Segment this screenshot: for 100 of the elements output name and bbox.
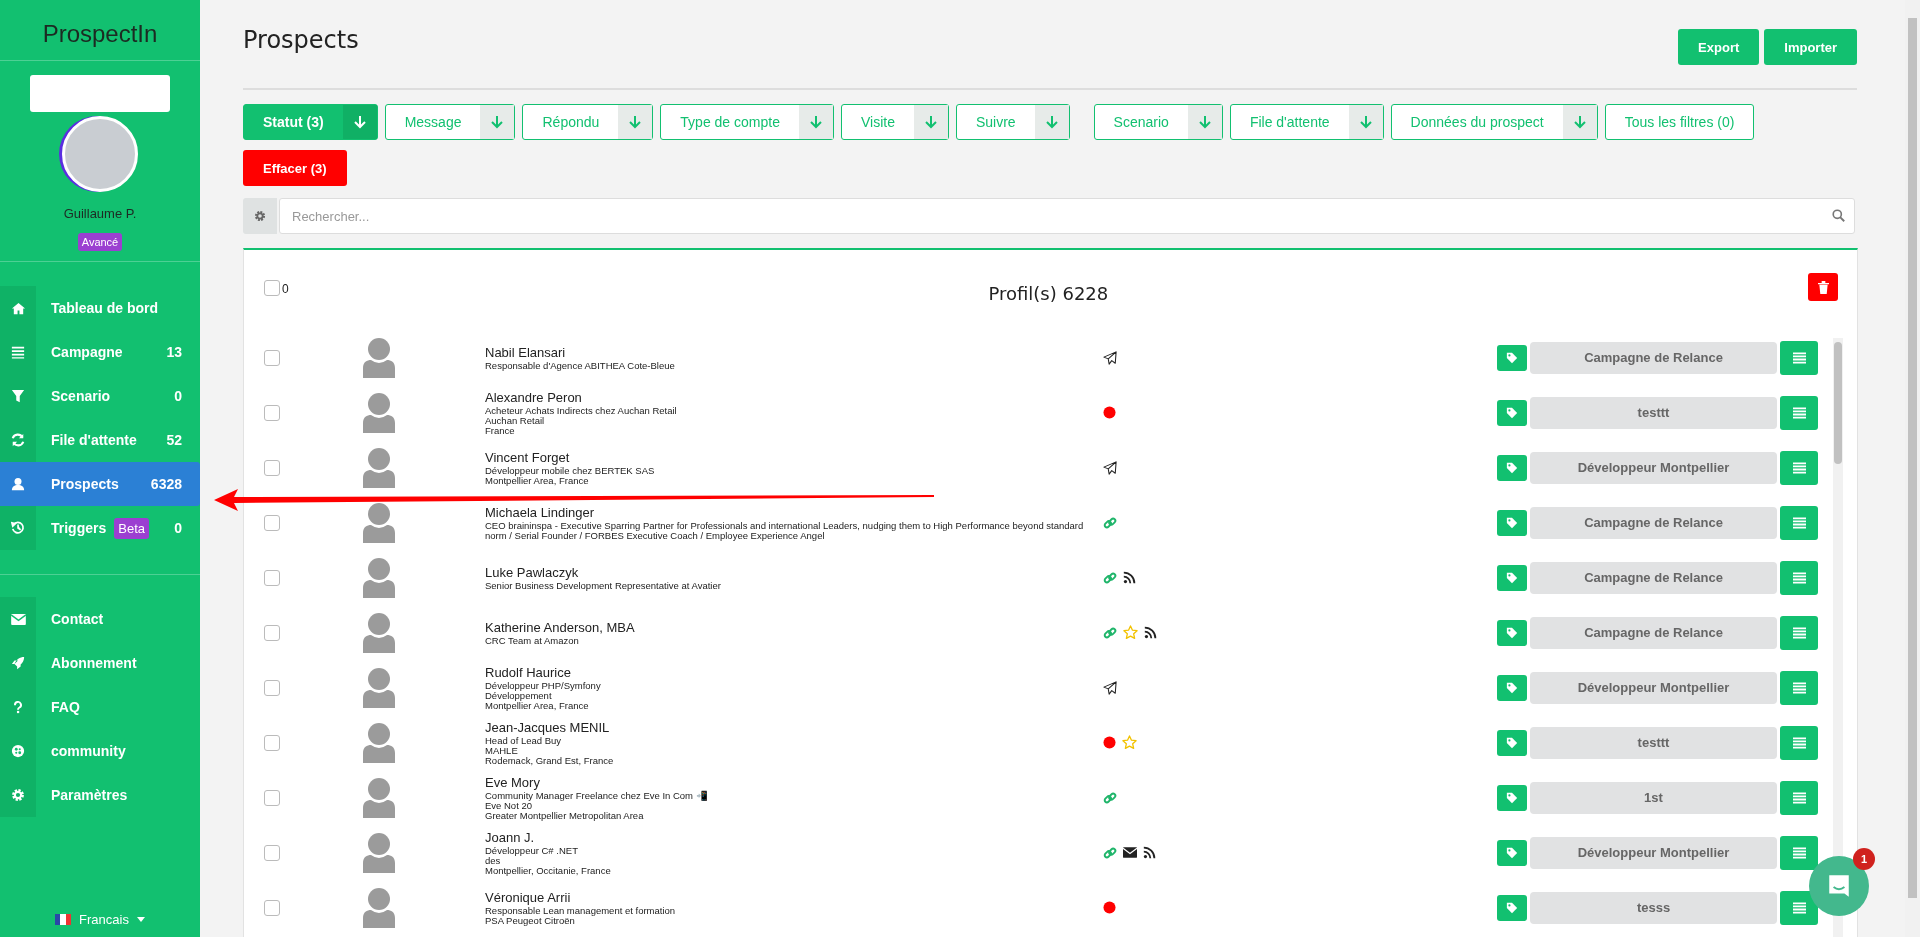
menu-button[interactable] bbox=[1780, 835, 1818, 870]
sidebar-nav-item[interactable]: Scenario 0 bbox=[0, 374, 200, 418]
tag-icon bbox=[1506, 406, 1518, 419]
sidebar-nav-item[interactable]: Campagne 13 bbox=[0, 330, 200, 374]
sidebar-nav-item[interactable]: Contact bbox=[0, 597, 200, 641]
row-checkbox[interactable] bbox=[264, 734, 280, 751]
delete-button[interactable] bbox=[1808, 273, 1838, 301]
star-icon bbox=[1122, 735, 1137, 750]
avatar-icon bbox=[363, 337, 395, 378]
sidebar-nav-item[interactable]: FAQ bbox=[0, 685, 200, 729]
beta-badge: Beta bbox=[114, 517, 149, 539]
tag-button[interactable] bbox=[1497, 839, 1527, 866]
row-checkbox[interactable] bbox=[264, 404, 280, 421]
filter-dropdown[interactable]: File d'attente bbox=[1229, 104, 1384, 140]
prospect-name[interactable]: Luke Pawlaczyk bbox=[485, 564, 1097, 581]
campaign-button[interactable]: Développeur Montpellier bbox=[1530, 671, 1777, 704]
filter-button[interactable]: Tous les filtres (0) bbox=[1604, 104, 1755, 140]
status-dot-icon bbox=[1103, 736, 1116, 749]
arrow-down-icon bbox=[1045, 115, 1058, 129]
row-checkbox[interactable] bbox=[264, 899, 280, 916]
sidebar-nav-item[interactable]: Triggers Beta 0 bbox=[0, 506, 200, 550]
campaign-button[interactable]: Campagne de Relance bbox=[1530, 506, 1777, 539]
sidebar-nav-item[interactable]: Prospects 6328 bbox=[0, 462, 200, 506]
menu-button[interactable] bbox=[1780, 340, 1818, 375]
campaign-button[interactable]: testtt bbox=[1530, 396, 1777, 429]
sidebar-nav-item[interactable]: File d'attente 52 bbox=[0, 418, 200, 462]
sidebar-nav-item[interactable]: Paramètres bbox=[0, 773, 200, 817]
tag-button[interactable] bbox=[1497, 564, 1527, 591]
tag-button[interactable] bbox=[1497, 784, 1527, 811]
menu-button[interactable] bbox=[1780, 505, 1818, 540]
row-checkbox[interactable] bbox=[264, 514, 280, 531]
tag-button[interactable] bbox=[1497, 729, 1527, 756]
select-all-checkbox[interactable] bbox=[264, 280, 280, 296]
row-checkbox[interactable] bbox=[264, 569, 280, 586]
menu-button[interactable] bbox=[1780, 670, 1818, 705]
filter-dropdown[interactable]: Données du prospect bbox=[1390, 104, 1598, 140]
tag-button[interactable] bbox=[1497, 894, 1527, 921]
tag-button[interactable] bbox=[1497, 509, 1527, 536]
campaign-button[interactable]: Développeur Montpellier bbox=[1530, 836, 1777, 869]
campaign-button[interactable]: tesss bbox=[1530, 891, 1777, 924]
tag-button[interactable] bbox=[1497, 454, 1527, 481]
filter-dropdown[interactable]: Type de compte bbox=[660, 104, 834, 140]
prospect-detail: Développeur PHP/Symfony bbox=[485, 680, 602, 691]
sidebar-nav-item[interactable]: Tableau de bord bbox=[0, 286, 200, 330]
filter-dropdown[interactable]: Suivre bbox=[955, 104, 1070, 140]
prospect-name[interactable]: Joann J. bbox=[485, 829, 1097, 846]
menu-button[interactable] bbox=[1780, 725, 1818, 760]
paper-plane-icon bbox=[1103, 680, 1117, 695]
settings-button[interactable] bbox=[243, 198, 277, 234]
row-checkbox[interactable] bbox=[264, 679, 280, 696]
campaign-button[interactable]: testtt bbox=[1530, 726, 1777, 759]
search-field[interactable]: Rechercher... bbox=[279, 198, 1855, 234]
header-button[interactable]: Export bbox=[1678, 29, 1760, 65]
row-checkbox[interactable] bbox=[264, 349, 280, 366]
menu-button[interactable] bbox=[1780, 615, 1818, 650]
filter-dropdown[interactable]: Répondu bbox=[522, 104, 654, 140]
row-checkbox[interactable] bbox=[264, 459, 280, 476]
tag-button[interactable] bbox=[1497, 344, 1527, 371]
menu-button[interactable] bbox=[1780, 780, 1818, 815]
campaign-button[interactable]: Campagne de Relance bbox=[1530, 561, 1777, 594]
prospect-name[interactable]: Eve Mory bbox=[485, 774, 1097, 791]
row-checkbox[interactable] bbox=[264, 789, 280, 806]
filter-dropdown[interactable]: Message bbox=[384, 104, 516, 140]
prospect-name[interactable]: Jean-Jacques MENIL bbox=[485, 719, 1097, 736]
row-checkbox[interactable] bbox=[264, 844, 280, 861]
paper-plane-icon bbox=[1103, 350, 1117, 365]
prospect-name[interactable]: Nabil Elansari bbox=[485, 344, 1097, 361]
prospect-name[interactable]: Michaela Lindinger bbox=[485, 504, 1097, 521]
arrow-down-icon bbox=[1359, 115, 1372, 129]
list-scrollbar[interactable] bbox=[1833, 338, 1843, 937]
tag-button[interactable] bbox=[1497, 674, 1527, 701]
prospect-name[interactable]: Alexandre Peron bbox=[485, 389, 1097, 406]
prospect-name[interactable]: Vincent Forget bbox=[485, 449, 1097, 466]
menu-button[interactable] bbox=[1780, 560, 1818, 595]
campaign-button[interactable]: Développeur Montpellier bbox=[1530, 451, 1777, 484]
menu-icon bbox=[1792, 351, 1806, 364]
prospect-name[interactable]: Véronique Arrii bbox=[485, 889, 1097, 906]
tag-icon bbox=[1506, 846, 1518, 859]
prospect-name[interactable]: Rudolf Haurice bbox=[485, 664, 1097, 681]
campaign-button[interactable]: 1st bbox=[1530, 781, 1777, 814]
prospect-detail: Montpellier, Occitanie, France bbox=[485, 865, 612, 876]
menu-button[interactable] bbox=[1780, 395, 1818, 430]
campaign-button[interactable]: Campagne de Relance bbox=[1530, 616, 1777, 649]
filter-dropdown[interactable]: Statut (3) bbox=[243, 104, 378, 140]
sidebar-nav-item[interactable]: community bbox=[0, 729, 200, 773]
row-checkbox[interactable] bbox=[264, 624, 280, 641]
prospect-detail: MAHLE bbox=[485, 745, 519, 756]
header-button[interactable]: Importer bbox=[1764, 29, 1857, 65]
sidebar-nav-item[interactable]: Abonnement bbox=[0, 641, 200, 685]
tag-button[interactable] bbox=[1497, 619, 1527, 646]
menu-button[interactable] bbox=[1780, 450, 1818, 485]
tag-button[interactable] bbox=[1497, 399, 1527, 426]
menu-icon bbox=[1792, 516, 1806, 529]
filter-dropdown[interactable]: Visite bbox=[840, 104, 949, 140]
clear-filters-button[interactable]: Effacer (3) bbox=[243, 150, 347, 186]
arrow-down-icon bbox=[924, 115, 937, 129]
prospect-name[interactable]: Katherine Anderson, MBA bbox=[485, 619, 1097, 636]
filter-dropdown[interactable]: Scenario bbox=[1093, 104, 1223, 140]
campaign-button[interactable]: Campagne de Relance bbox=[1530, 341, 1777, 374]
language-selector[interactable]: Francais bbox=[79, 912, 129, 927]
